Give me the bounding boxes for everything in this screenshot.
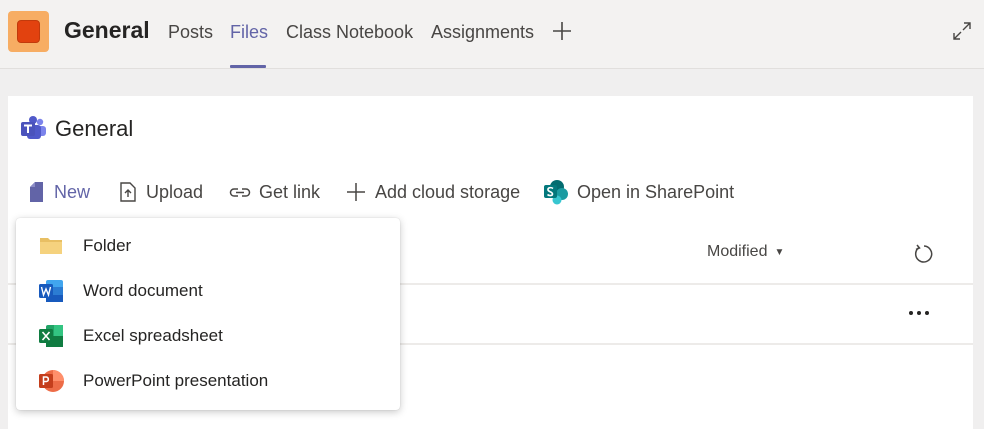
caret-down-icon: ▼ [774,246,785,258]
sharepoint-icon [544,180,568,205]
plus-icon[interactable] [551,20,573,42]
channel-title: General [64,17,150,43]
plus-icon [347,183,365,201]
menu-item-folder[interactable]: Folder [16,223,400,268]
refresh-icon[interactable] [912,243,934,265]
new-button-label: New [54,181,91,202]
get-link-button[interactable]: Get link [229,178,320,206]
folder-icon [40,238,62,254]
tab-files[interactable]: Files [230,22,268,43]
menu-item-label: PowerPoint presentation [83,370,269,390]
link-icon [229,188,251,197]
excel-icon [39,325,63,347]
channel-header: General Posts Files Class Notebook Assig… [0,0,984,69]
word-icon [39,280,63,302]
new-button[interactable]: New [28,178,90,206]
tab-assignments[interactable]: Assignments [431,22,534,43]
more-options-icon[interactable] [907,307,931,319]
menu-item-powerpoint-presentation[interactable]: PowerPoint presentation [16,358,400,403]
tab-posts[interactable]: Posts [168,22,213,43]
team-avatar-glyph [17,20,40,43]
active-tab-indicator [230,65,266,68]
tab-class-notebook[interactable]: Class Notebook [286,22,413,43]
team-avatar[interactable] [8,11,49,52]
add-cloud-storage-label: Add cloud storage [375,181,521,202]
get-link-button-label: Get link [259,181,321,202]
menu-item-word-document[interactable]: Word document [16,268,400,313]
menu-item-excel-spreadsheet[interactable]: Excel spreadsheet [16,313,400,358]
open-in-sharepoint-label: Open in SharePoint [577,181,735,202]
new-file-icon [30,182,43,202]
menu-item-label: Folder [83,235,132,255]
powerpoint-icon [39,370,64,392]
upload-icon [120,182,136,202]
new-dropdown-menu: Folder Word document Excel spreadsheet P… [16,218,400,410]
menu-item-label: Excel spreadsheet [83,325,223,345]
upload-button-label: Upload [146,181,204,202]
teams-logo-icon [21,116,46,139]
open-in-sharepoint-button[interactable]: Open in SharePoint [543,178,734,206]
modified-label: Modified [707,243,768,260]
add-cloud-storage-button[interactable]: Add cloud storage [345,178,520,206]
modified-column-header[interactable]: Modified ▼ [707,243,784,261]
upload-button[interactable]: Upload [118,178,203,206]
files-title: General [55,116,134,141]
expand-icon[interactable] [951,20,973,42]
menu-item-label: Word document [83,280,203,300]
